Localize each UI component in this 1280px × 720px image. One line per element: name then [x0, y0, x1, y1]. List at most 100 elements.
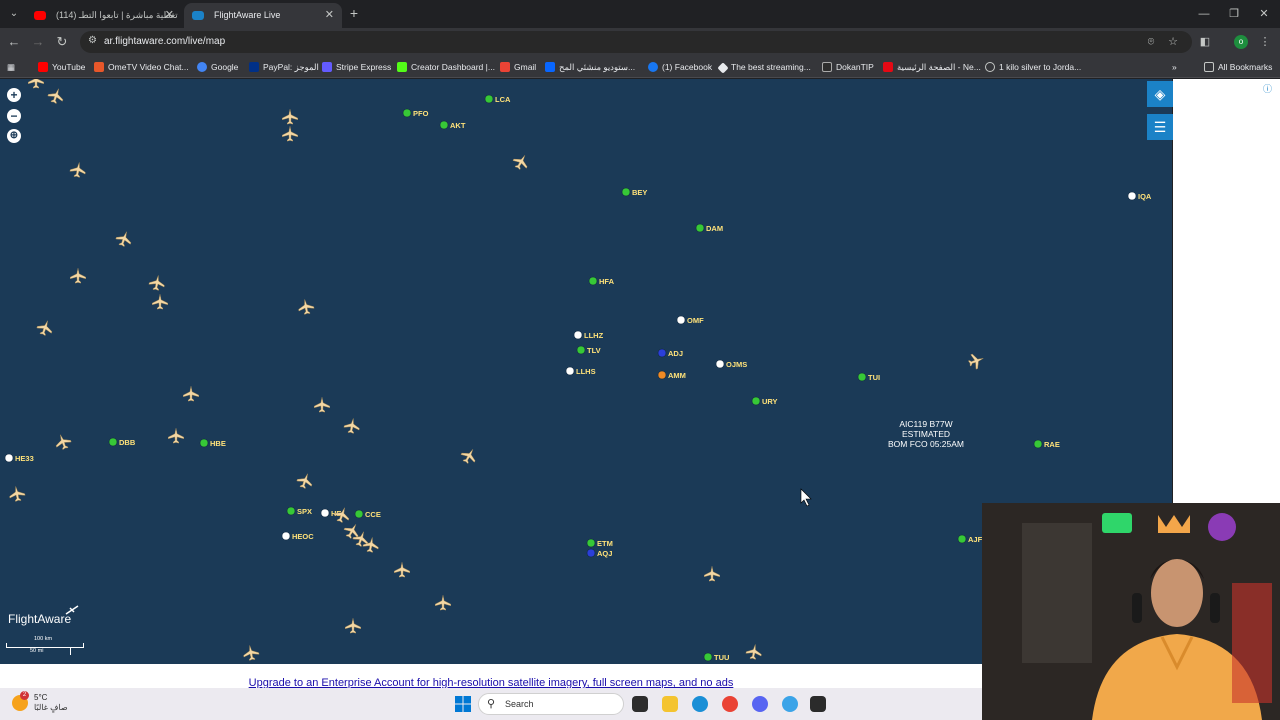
airport-bey[interactable]: BEY [621, 187, 647, 197]
airport-cce[interactable]: CCE [354, 509, 381, 519]
aircraft-icon[interactable] [967, 351, 986, 371]
extensions-icon[interactable]: ◧ [1198, 35, 1212, 49]
airport-marker[interactable] [199, 438, 209, 448]
windows-start-icon[interactable] [455, 696, 471, 712]
aircraft-icon[interactable] [69, 161, 87, 178]
airport-marker[interactable] [354, 509, 364, 519]
bookmark-star-icon[interactable]: ☆ [1166, 35, 1180, 49]
aircraft-icon[interactable] [152, 294, 168, 310]
airport-ojms[interactable]: OJMS [715, 359, 747, 369]
airport-tui[interactable]: TUI [857, 372, 880, 382]
aircraft-icon[interactable] [394, 562, 410, 578]
aircraft-icon[interactable] [148, 274, 166, 291]
bookmark-facebook[interactable]: (1) Facebook [648, 56, 712, 78]
aircraft-icon[interactable] [459, 445, 480, 466]
bookmark-stripe[interactable]: Stripe Express [322, 56, 391, 78]
airport-marker[interactable] [576, 345, 586, 355]
aircraft-icon[interactable] [282, 109, 298, 125]
forward-button[interactable]: → [30, 34, 46, 50]
filter-button[interactable]: ☰ [1147, 114, 1173, 140]
restore-button[interactable]: ❐ [1224, 6, 1244, 22]
airport-marker[interactable] [108, 437, 118, 447]
airport-omf[interactable]: OMF [676, 315, 704, 325]
airport-marker[interactable] [676, 315, 686, 325]
bookmark-streaming[interactable]: The best streaming... [717, 56, 811, 78]
aircraft-icon[interactable] [28, 79, 44, 89]
aircraft-icon[interactable] [704, 566, 720, 582]
aircraft-icon[interactable] [8, 485, 26, 502]
bookmark-google[interactable]: Google [197, 56, 238, 78]
aircraft-icon[interactable] [70, 268, 86, 284]
airport-marker[interactable] [484, 94, 494, 104]
aircraft-icon[interactable] [114, 229, 134, 248]
airport-marker[interactable] [281, 531, 291, 541]
address-bar[interactable]: ⚙ ar.flightaware.com/live/map ⌾ ☆ [80, 31, 1192, 53]
bookmark-dokantip[interactable]: DokanTIP [822, 56, 874, 78]
airport-marker[interactable] [4, 453, 14, 463]
zoom-in-button[interactable]: + [7, 88, 21, 102]
bookmark-studio[interactable]: ستوديو منشئي المح... [545, 56, 635, 78]
airport-rae[interactable]: RAE [1033, 439, 1060, 449]
airport-marker[interactable] [657, 370, 667, 380]
airport-heoc[interactable]: HEOC [281, 531, 314, 541]
zoom-out-button[interactable]: − [7, 109, 21, 123]
bookmark-creator-dashboard[interactable]: Creator Dashboard |... [397, 56, 495, 78]
edge-icon[interactable] [692, 696, 708, 712]
aircraft-icon[interactable] [282, 126, 298, 142]
airport-marker[interactable] [320, 508, 330, 518]
close-icon[interactable]: ✕ [325, 3, 334, 28]
bookmark-gmail[interactable]: Gmail [500, 56, 536, 78]
bookmark-ometv[interactable]: OmeTV Video Chat... [94, 56, 189, 78]
airport-marker[interactable] [715, 359, 725, 369]
aircraft-icon[interactable] [295, 471, 315, 490]
ad-info-icon[interactable]: ⓘ [1263, 82, 1272, 95]
airport-llhs[interactable]: LLHS [565, 366, 596, 376]
airport-marker[interactable] [586, 538, 596, 548]
aircraft-icon[interactable] [53, 432, 73, 451]
taskbar-search[interactable]: ⚲ Search [478, 693, 624, 715]
site-info-icon[interactable]: ⚙ [88, 35, 100, 49]
locate-icon[interactable]: ⊕ [7, 129, 21, 143]
task-view-icon[interactable] [632, 696, 648, 712]
bookmark-youtube[interactable]: YouTube [38, 56, 85, 78]
airport-marker[interactable] [573, 330, 583, 340]
tab-flightaware[interactable]: FlightAware Live ✕ [184, 3, 342, 28]
discord-icon[interactable] [752, 696, 768, 712]
airport-marker[interactable] [751, 396, 761, 406]
kick-app-icon[interactable] [810, 696, 826, 712]
airport-aqj[interactable]: AQJ [586, 548, 612, 558]
airport-tlv[interactable]: TLV [576, 345, 601, 355]
aircraft-icon[interactable] [183, 386, 199, 402]
airport-marker[interactable] [857, 372, 867, 382]
airport-marker[interactable] [957, 534, 967, 544]
airport-amm[interactable]: AMM [657, 370, 686, 380]
aircraft-icon[interactable] [745, 643, 763, 660]
profile-avatar[interactable]: o [1234, 35, 1248, 49]
bookmark-silver[interactable]: 1 kilo silver to Jorda... [985, 56, 1081, 78]
aircraft-icon[interactable] [362, 536, 380, 553]
close-window-button[interactable]: ✕ [1254, 6, 1274, 22]
chevron-double-right-icon[interactable]: » [1172, 56, 1177, 78]
airport-marker[interactable] [439, 120, 449, 130]
airport-marker[interactable] [1033, 439, 1043, 449]
aircraft-icon[interactable] [35, 318, 55, 337]
layers-button[interactable]: ◈ [1147, 81, 1173, 107]
airport-marker[interactable] [1127, 191, 1137, 201]
airport-marker[interactable] [565, 366, 575, 376]
menu-icon[interactable]: ⋮ [1258, 35, 1272, 49]
aircraft-icon[interactable] [314, 397, 330, 413]
minimize-button[interactable]: — [1194, 6, 1214, 22]
new-tab-button[interactable]: + [346, 6, 362, 22]
airport-iqa[interactable]: IQA [1127, 191, 1152, 201]
back-button[interactable]: ← [6, 34, 22, 50]
bookmark-netflix[interactable]: الصفحة الرئيسية - Ne... [883, 56, 981, 78]
airport-akt[interactable]: AKT [439, 120, 466, 130]
close-icon[interactable]: ✕ [165, 3, 174, 28]
airport-marker[interactable] [657, 348, 667, 358]
aircraft-icon[interactable] [343, 417, 361, 434]
airport-hbe[interactable]: HBE [199, 438, 226, 448]
location-icon[interactable]: ⌾ [1144, 35, 1158, 49]
airport-dam[interactable]: DAM [695, 223, 723, 233]
url-text[interactable]: ar.flightaware.com/live/map [104, 31, 225, 53]
all-bookmarks[interactable]: All Bookmarks [1204, 56, 1272, 78]
